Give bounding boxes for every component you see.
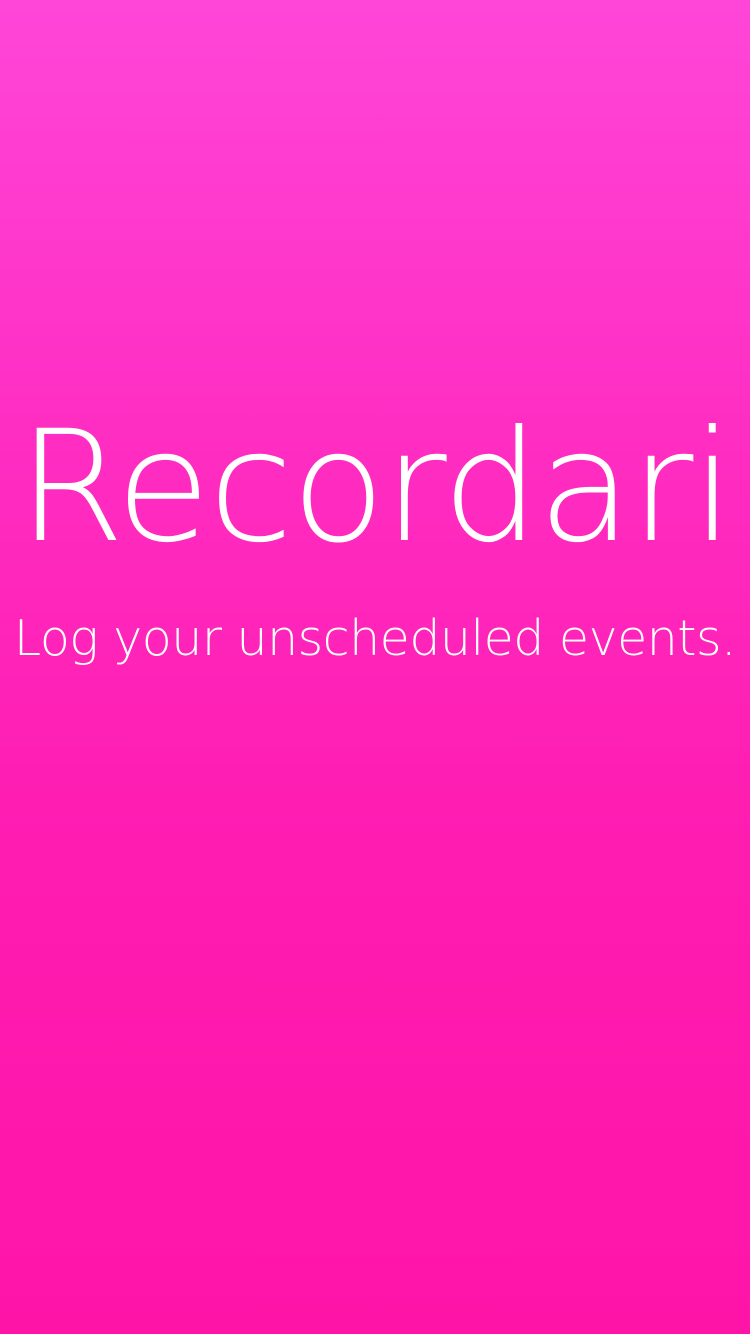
app-title: Recordari (17, 398, 735, 577)
app-tagline: Log your unscheduled events. (13, 610, 737, 667)
splash-screen: Recordari Log your unscheduled events. (0, 0, 750, 1334)
